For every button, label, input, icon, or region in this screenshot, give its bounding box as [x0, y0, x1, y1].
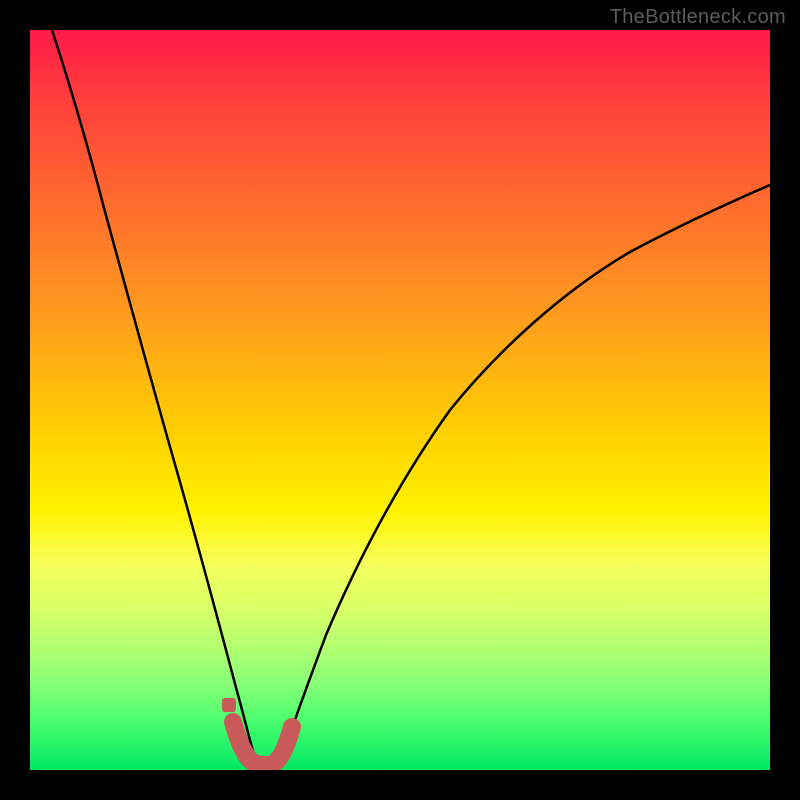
- right-curve: [281, 185, 770, 758]
- left-curve: [52, 30, 255, 758]
- valley-highlight: [233, 722, 292, 765]
- chart-frame: TheBottleneck.com: [0, 0, 800, 800]
- watermark-text: TheBottleneck.com: [610, 6, 786, 29]
- plot-area: [30, 30, 770, 770]
- chart-svg: [30, 30, 770, 770]
- highlight-dot-icon: [222, 698, 236, 712]
